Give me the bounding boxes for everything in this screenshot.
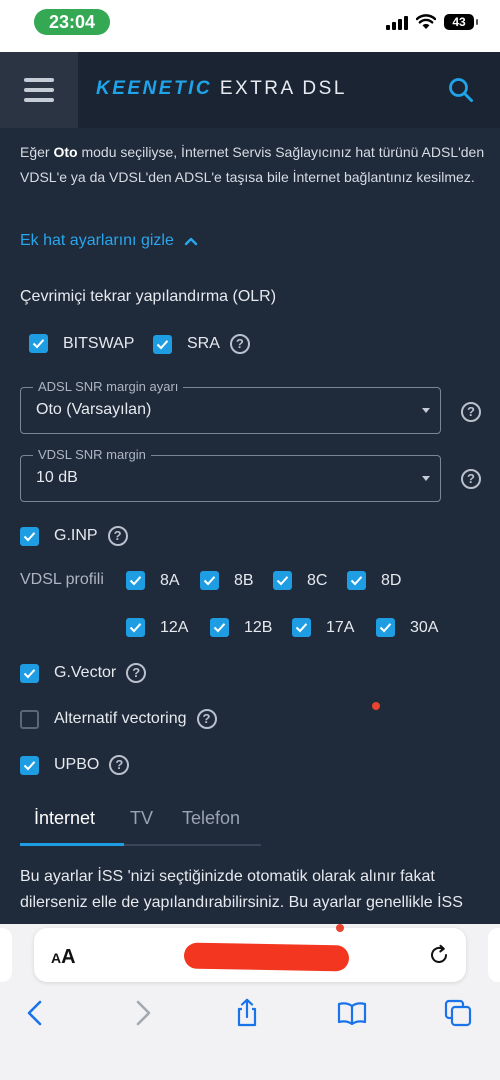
help-icon[interactable]: ? (196, 709, 217, 729)
tab-telefon[interactable]: Telefon (182, 808, 240, 829)
app-header: KEENETIC EXTRA DSL (0, 52, 500, 128)
battery-icon: 43 (444, 14, 478, 30)
help-icon[interactable]: ? (126, 663, 147, 683)
bitswap-label: BITSWAP (63, 334, 135, 352)
vdsl-profile-12a-label: 12A (160, 618, 189, 636)
sra-checkbox[interactable] (153, 334, 172, 354)
dropdown-arrow-icon (422, 476, 430, 481)
vdsl-profile-8c-label: 8C (307, 571, 328, 589)
vdsl-profile-17a-checkbox[interactable] (292, 618, 311, 637)
vdsl-profile-30a[interactable]: 30A (376, 618, 438, 637)
vdsl-profile-8a-checkbox[interactable] (126, 571, 145, 590)
help-icon[interactable]: ? (229, 334, 250, 354)
vdsl-profile-8a-label: 8A (160, 571, 180, 589)
sra-option[interactable]: SRA ? (153, 334, 250, 354)
bitswap-option[interactable]: BITSWAP (29, 334, 134, 353)
status-bar: 23:04 43 (0, 0, 500, 52)
bookmarks-icon[interactable] (337, 998, 367, 1028)
gvector-option[interactable]: G.Vector ? (20, 663, 147, 683)
service-tabs: İnternet TV Telefon (20, 796, 261, 846)
adsl-snr-margin-value: Oto (Varsayılan) (36, 401, 152, 418)
address-bar[interactable]: AA (34, 924, 466, 982)
vdsl-snr-margin-legend: VDSL SNR margin (33, 446, 151, 464)
alternative-vectoring-label: Alternatif vectoring (54, 710, 187, 727)
vdsl-profile-8a[interactable]: 8A (126, 571, 180, 590)
vdsl-profile-12b-label: 12B (244, 618, 273, 636)
vdsl-profile-12a-checkbox[interactable] (126, 618, 145, 637)
chevron-up-icon (184, 237, 198, 246)
cellular-signal-icon (386, 14, 408, 30)
vdsl-profile-8d-checkbox[interactable] (347, 571, 366, 590)
upbo-checkbox[interactable] (20, 755, 39, 775)
ginp-option[interactable]: G.INP ? (20, 526, 128, 546)
internet-tab-description: Bu ayarlar İSS 'nizi seçtiğinizde otomat… (20, 868, 463, 911)
hide-extra-settings-label: Ek hat ayarlarını gizle (20, 232, 174, 249)
help-icon[interactable]: ? (461, 469, 481, 489)
help-icon[interactable]: ? (109, 755, 130, 775)
dropdown-arrow-icon (422, 408, 430, 413)
forward-icon[interactable] (128, 998, 158, 1028)
ginp-label: G.INP (54, 527, 98, 544)
status-icons: 43 (386, 14, 478, 30)
brand-secondary: EXTRA DSL (219, 78, 347, 99)
tab-tv[interactable]: TV (130, 808, 153, 829)
browser-bottom-bar: AA (0, 924, 500, 1080)
sra-label: SRA (187, 335, 220, 352)
vdsl-profile-12b[interactable]: 12B (210, 618, 272, 637)
reload-icon[interactable] (428, 944, 450, 966)
help-icon[interactable]: ? (461, 402, 481, 422)
hamburger-menu-button[interactable] (0, 52, 78, 128)
vdsl-profile-30a-checkbox[interactable] (376, 618, 395, 637)
text-size-button[interactable]: AA (51, 946, 76, 969)
brand-primary: KEENETIC (96, 78, 213, 99)
next-tab-card[interactable] (488, 928, 500, 982)
settings-content: Eğer Oto modu seçiliyse, İnternet Servis… (0, 128, 500, 924)
vdsl-profile-8c[interactable]: 8C (273, 571, 327, 590)
ginp-checkbox[interactable] (20, 526, 39, 546)
upbo-label: UPBO (54, 756, 100, 773)
vdsl-profile-12a[interactable]: 12A (126, 618, 188, 637)
address-bar-indicator-dot (336, 924, 344, 932)
wifi-icon (416, 14, 436, 29)
tabs-icon[interactable] (443, 998, 473, 1028)
alternative-vectoring-option[interactable]: Alternatif vectoring ? (20, 709, 217, 729)
adsl-snr-margin-legend: ADSL SNR margin ayarı (33, 378, 184, 396)
previous-tab-card[interactable] (0, 928, 12, 982)
redacted-url (183, 942, 350, 972)
status-time: 23:04 (34, 9, 110, 35)
vdsl-profile-8b[interactable]: 8B (200, 571, 254, 590)
upbo-option[interactable]: UPBO ? (20, 755, 130, 775)
gvector-label: G.Vector (54, 664, 117, 681)
vdsl-profile-12b-checkbox[interactable] (210, 618, 229, 637)
tab-internet[interactable]: İnternet (34, 808, 95, 829)
alternative-vectoring-checkbox[interactable] (20, 709, 39, 729)
vdsl-profile-30a-label: 30A (410, 618, 439, 636)
help-icon[interactable]: ? (107, 526, 128, 546)
bitswap-checkbox[interactable] (29, 334, 48, 353)
vdsl-profile-8c-checkbox[interactable] (273, 571, 292, 590)
vdsl-profile-8b-label: 8B (234, 571, 254, 589)
vdsl-profile-8b-checkbox[interactable] (200, 571, 219, 590)
back-icon[interactable] (20, 998, 50, 1028)
brand-logo: KEENETIC EXTRA DSL (96, 78, 347, 100)
adsl-snr-margin-select[interactable]: ADSL SNR margin ayarı Oto (Varsayılan) (20, 378, 441, 434)
hide-extra-settings-link[interactable]: Ek hat ayarlarını gizle (20, 232, 198, 250)
vdsl-profile-8d-label: 8D (381, 571, 402, 589)
vdsl-snr-margin-select[interactable]: VDSL SNR margin 10 dB (20, 446, 441, 502)
active-tab-indicator (20, 843, 124, 846)
search-icon[interactable] (448, 77, 474, 103)
mode-note: Eğer Oto modu seçiliyse, İnternet Servis… (20, 144, 485, 185)
vdsl-profile-17a[interactable]: 17A (292, 618, 354, 637)
gvector-checkbox[interactable] (20, 663, 39, 683)
touch-indicator-dot (372, 702, 380, 710)
olr-section-title: Çevrimiçi tekrar yapılandırma (OLR) (20, 288, 277, 305)
vdsl-snr-margin-value: 10 dB (36, 469, 78, 486)
share-icon[interactable] (232, 998, 262, 1028)
vdsl-profile-8d[interactable]: 8D (347, 571, 401, 590)
vdsl-profile-17a-label: 17A (326, 618, 355, 636)
vdsl-profile-label: VDSL profili (20, 571, 104, 588)
